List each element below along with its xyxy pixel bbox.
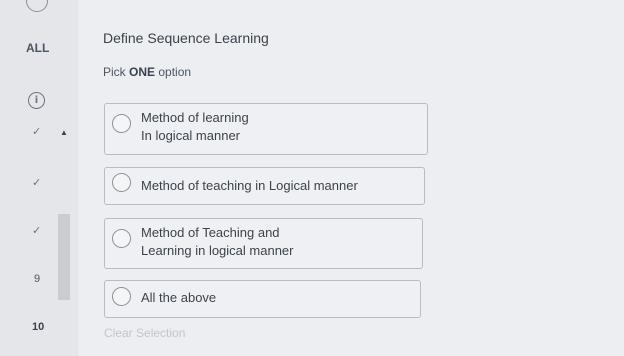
scrollbar-thumb[interactable]: [58, 214, 70, 300]
radio-button[interactable]: [112, 114, 131, 133]
option-label: Method of teaching in Logical manner: [141, 178, 358, 193]
clear-selection-link[interactable]: Clear Selection: [104, 326, 185, 340]
option-1[interactable]: Method of learning In logical manner: [104, 103, 428, 155]
scroll-up-icon[interactable]: ▲: [60, 128, 68, 137]
filter-all[interactable]: ALL: [26, 41, 49, 55]
question-text: Define Sequence Learning: [103, 30, 269, 46]
pick-instruction: Pick ONE option: [103, 65, 191, 79]
option-4[interactable]: All the above: [104, 280, 421, 318]
question-nav-item-9[interactable]: 9: [34, 273, 40, 285]
radio-button[interactable]: [112, 287, 131, 306]
radio-button[interactable]: [112, 229, 131, 248]
option-label: Method of learning In logical manner: [141, 110, 249, 143]
question-nav-sidebar: ALL i ✓ ▲ ✓ ✓ 9 10: [0, 0, 78, 356]
pick-prefix: Pick: [103, 65, 126, 79]
info-icon[interactable]: i: [28, 92, 45, 109]
option-3[interactable]: Method of Teaching and Learning in logica…: [104, 218, 423, 269]
check-icon: ✓: [32, 125, 42, 138]
option-2[interactable]: Method of teaching in Logical manner: [104, 167, 425, 205]
check-icon: ✓: [32, 176, 42, 189]
radio-button[interactable]: [112, 173, 131, 192]
option-label: Method of Teaching and Learning in logica…: [141, 225, 294, 258]
circle-icon[interactable]: [26, 0, 48, 12]
pick-suffix: option: [158, 65, 192, 79]
question-nav-item-10[interactable]: 10: [32, 321, 44, 333]
option-label: All the above: [141, 290, 217, 305]
check-icon: ✓: [32, 224, 42, 237]
pick-count: ONE: [129, 65, 156, 79]
